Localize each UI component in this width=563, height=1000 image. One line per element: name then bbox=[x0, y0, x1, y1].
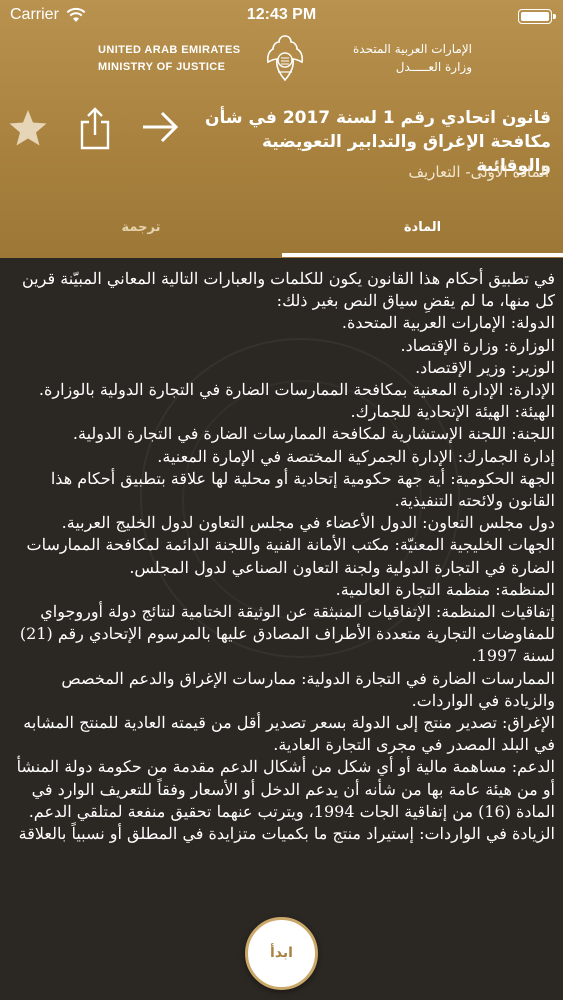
start-button[interactable]: ابدأ bbox=[245, 917, 318, 990]
tab-article[interactable]: المادة bbox=[282, 210, 563, 258]
clock: 12:43 PM bbox=[246, 6, 317, 23]
article-paragraph: الهيئة: الهيئة الإتحادية للجمارك. bbox=[350, 402, 555, 422]
article-paragraph: الممارسات الضارة في التجارة الدولية: مما… bbox=[61, 668, 555, 710]
tab-bar: ترجمة المادة bbox=[0, 210, 563, 258]
arrow-right-icon[interactable] bbox=[140, 108, 180, 146]
article-paragraph: المنظمة: منظمة التجارة العالمية. bbox=[335, 579, 555, 599]
ministry-english-name: UNITED ARAB EMIRATES MINISTRY OF JUSTICE bbox=[98, 42, 240, 76]
article-paragraph: دول مجلس التعاون: الدول الأعضاء في مجلس … bbox=[61, 513, 555, 533]
country-name-ar: الإمارات العربية المتحدة bbox=[353, 42, 472, 56]
status-bar: Carrier 12:43 PM bbox=[0, 0, 563, 32]
ministry-name-en: MINISTRY OF JUSTICE bbox=[98, 61, 226, 73]
country-name-en: UNITED ARAB EMIRATES bbox=[98, 44, 241, 56]
app-header: Carrier 12:43 PM UNITED ARAB EMIRATES MI… bbox=[0, 0, 563, 258]
article-paragraph: إدارة الجمارك: الإدارة الجمركية المختصة … bbox=[157, 446, 555, 466]
ministry-name-ar: وزارة العـــــدل bbox=[395, 60, 472, 74]
article-paragraph: الوزير: وزير الإقتصاد. bbox=[415, 357, 555, 377]
article-paragraph: الإدارة: الإدارة المعنية بمكافحة الممارس… bbox=[38, 380, 555, 400]
battery-icon bbox=[518, 9, 556, 24]
tab-translation[interactable]: ترجمة bbox=[0, 210, 282, 258]
article-text: في تطبيق أحكام هذا القانون يكون للكلمات … bbox=[8, 268, 555, 845]
article-paragraph: اللجنة: اللجنة الإستشارية لمكافحة الممار… bbox=[72, 424, 555, 444]
star-icon[interactable] bbox=[8, 108, 48, 148]
article-paragraph: الدولة: الإمارات العربية المتحدة. bbox=[341, 313, 555, 333]
article-paragraph: الجهة الحكومية: أية جهة حكومية إتحادية أ… bbox=[50, 468, 555, 511]
article-paragraph: الزيادة في الواردات: إستيراد منتج ما بكم… bbox=[18, 824, 555, 844]
article-paragraph: الوزارة: وزارة الإقتصاد. bbox=[400, 335, 555, 355]
article-content[interactable]: في تطبيق أحكام هذا القانون يكون للكلمات … bbox=[0, 258, 563, 1000]
article-paragraph: الدعم: مساهمة مالية أو أي شكل من أشكال ا… bbox=[16, 757, 555, 821]
article-paragraph: في تطبيق أحكام هذا القانون يكون للكلمات … bbox=[22, 269, 555, 311]
article-paragraph: الإغراق: تصدير منتج إلى الدولة بسعر تصدي… bbox=[23, 713, 555, 755]
ministry-arabic-name: الإمارات العربية المتحدة وزارة العـــــد… bbox=[322, 40, 472, 76]
article-name: المادة الأولى- التعاريف bbox=[408, 163, 549, 181]
article-paragraph: إتفاقيات المنظمة: الإتفاقيات المنبثقة عن… bbox=[19, 602, 555, 666]
tab-selection-indicator bbox=[282, 253, 563, 257]
article-paragraph: الجهات الخليجية المعنيّة: مكتب الأمانة ا… bbox=[26, 535, 555, 577]
uae-emblem-icon bbox=[266, 35, 304, 82]
share-icon[interactable] bbox=[78, 106, 112, 150]
